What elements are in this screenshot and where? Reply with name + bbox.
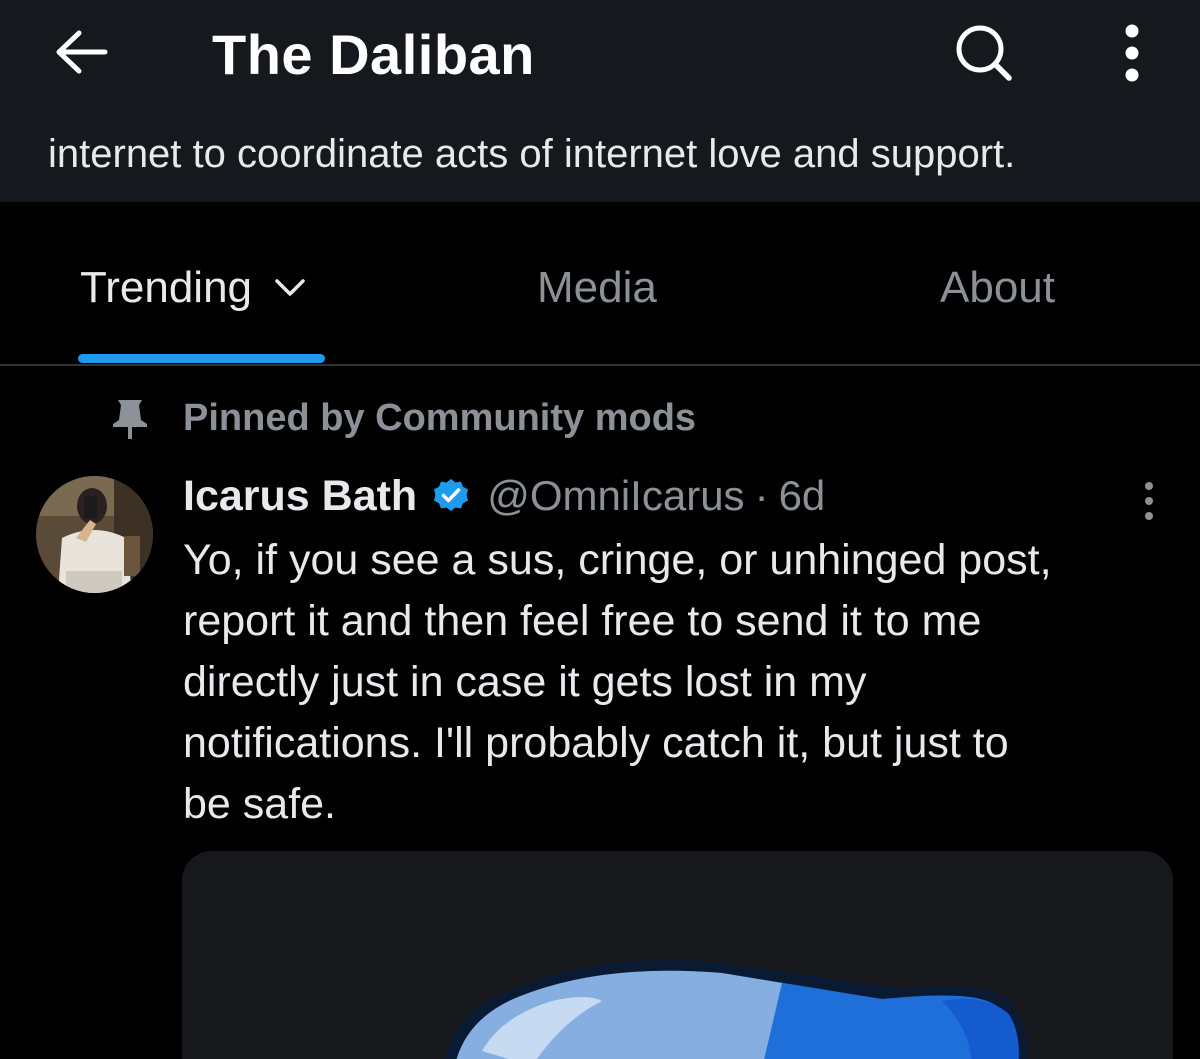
community-description: internet to coordinate acts of internet …	[48, 132, 1016, 176]
more-vertical-icon	[1125, 24, 1139, 82]
post-text-line: Yo, if you see a sus, cringe, or unhinge…	[183, 536, 1052, 584]
author-name[interactable]: Icarus Bath	[183, 472, 417, 521]
post-text-line: notifications. I'll probably catch it, b…	[183, 719, 1009, 767]
arrow-left-icon	[56, 30, 108, 74]
community-title: The Daliban	[212, 23, 535, 86]
tab-trending[interactable]: Trending	[80, 260, 306, 316]
community-header: The Daliban internet to coordinate acts …	[0, 0, 1200, 202]
post-author-row: Icarus Bath @OmniIcarus · 6d	[183, 468, 825, 524]
back-button[interactable]	[50, 22, 114, 82]
pinned-indicator: Pinned by Community mods	[110, 396, 696, 440]
tab-about[interactable]: About	[940, 260, 1055, 316]
post-body: Yo, if you see a sus, cringe, or unhinge…	[183, 530, 1173, 835]
post-media-image[interactable]	[182, 851, 1173, 1059]
post-more-button[interactable]	[1136, 480, 1162, 522]
tab-media[interactable]: Media	[537, 260, 657, 316]
post-timestamp[interactable]: 6d	[779, 472, 826, 520]
more-vertical-icon	[1145, 482, 1153, 520]
media-illustration	[182, 851, 1173, 1059]
active-tab-indicator	[78, 354, 325, 363]
meta-separator: ·	[754, 472, 769, 519]
post-text-line: directly just in case it gets lost in my	[183, 658, 867, 706]
avatar[interactable]	[36, 476, 153, 593]
pinned-label: Pinned by Community mods	[183, 397, 697, 439]
community-tabs: Trending Media About	[0, 202, 1200, 366]
author-handle[interactable]: @OmniIcarus	[487, 472, 744, 520]
search-icon	[956, 25, 1012, 81]
tab-trending-label: Trending	[80, 263, 253, 312]
chevron-down-icon	[274, 278, 306, 298]
more-options-button[interactable]	[1106, 18, 1158, 88]
search-button[interactable]	[948, 20, 1020, 86]
post-text-line: report it and then feel free to send it …	[183, 597, 982, 645]
pin-icon	[110, 396, 150, 440]
community-page: The Daliban internet to coordinate acts …	[0, 0, 1200, 1059]
post-text-line: be safe.	[183, 780, 336, 828]
verified-badge-icon	[433, 478, 469, 514]
